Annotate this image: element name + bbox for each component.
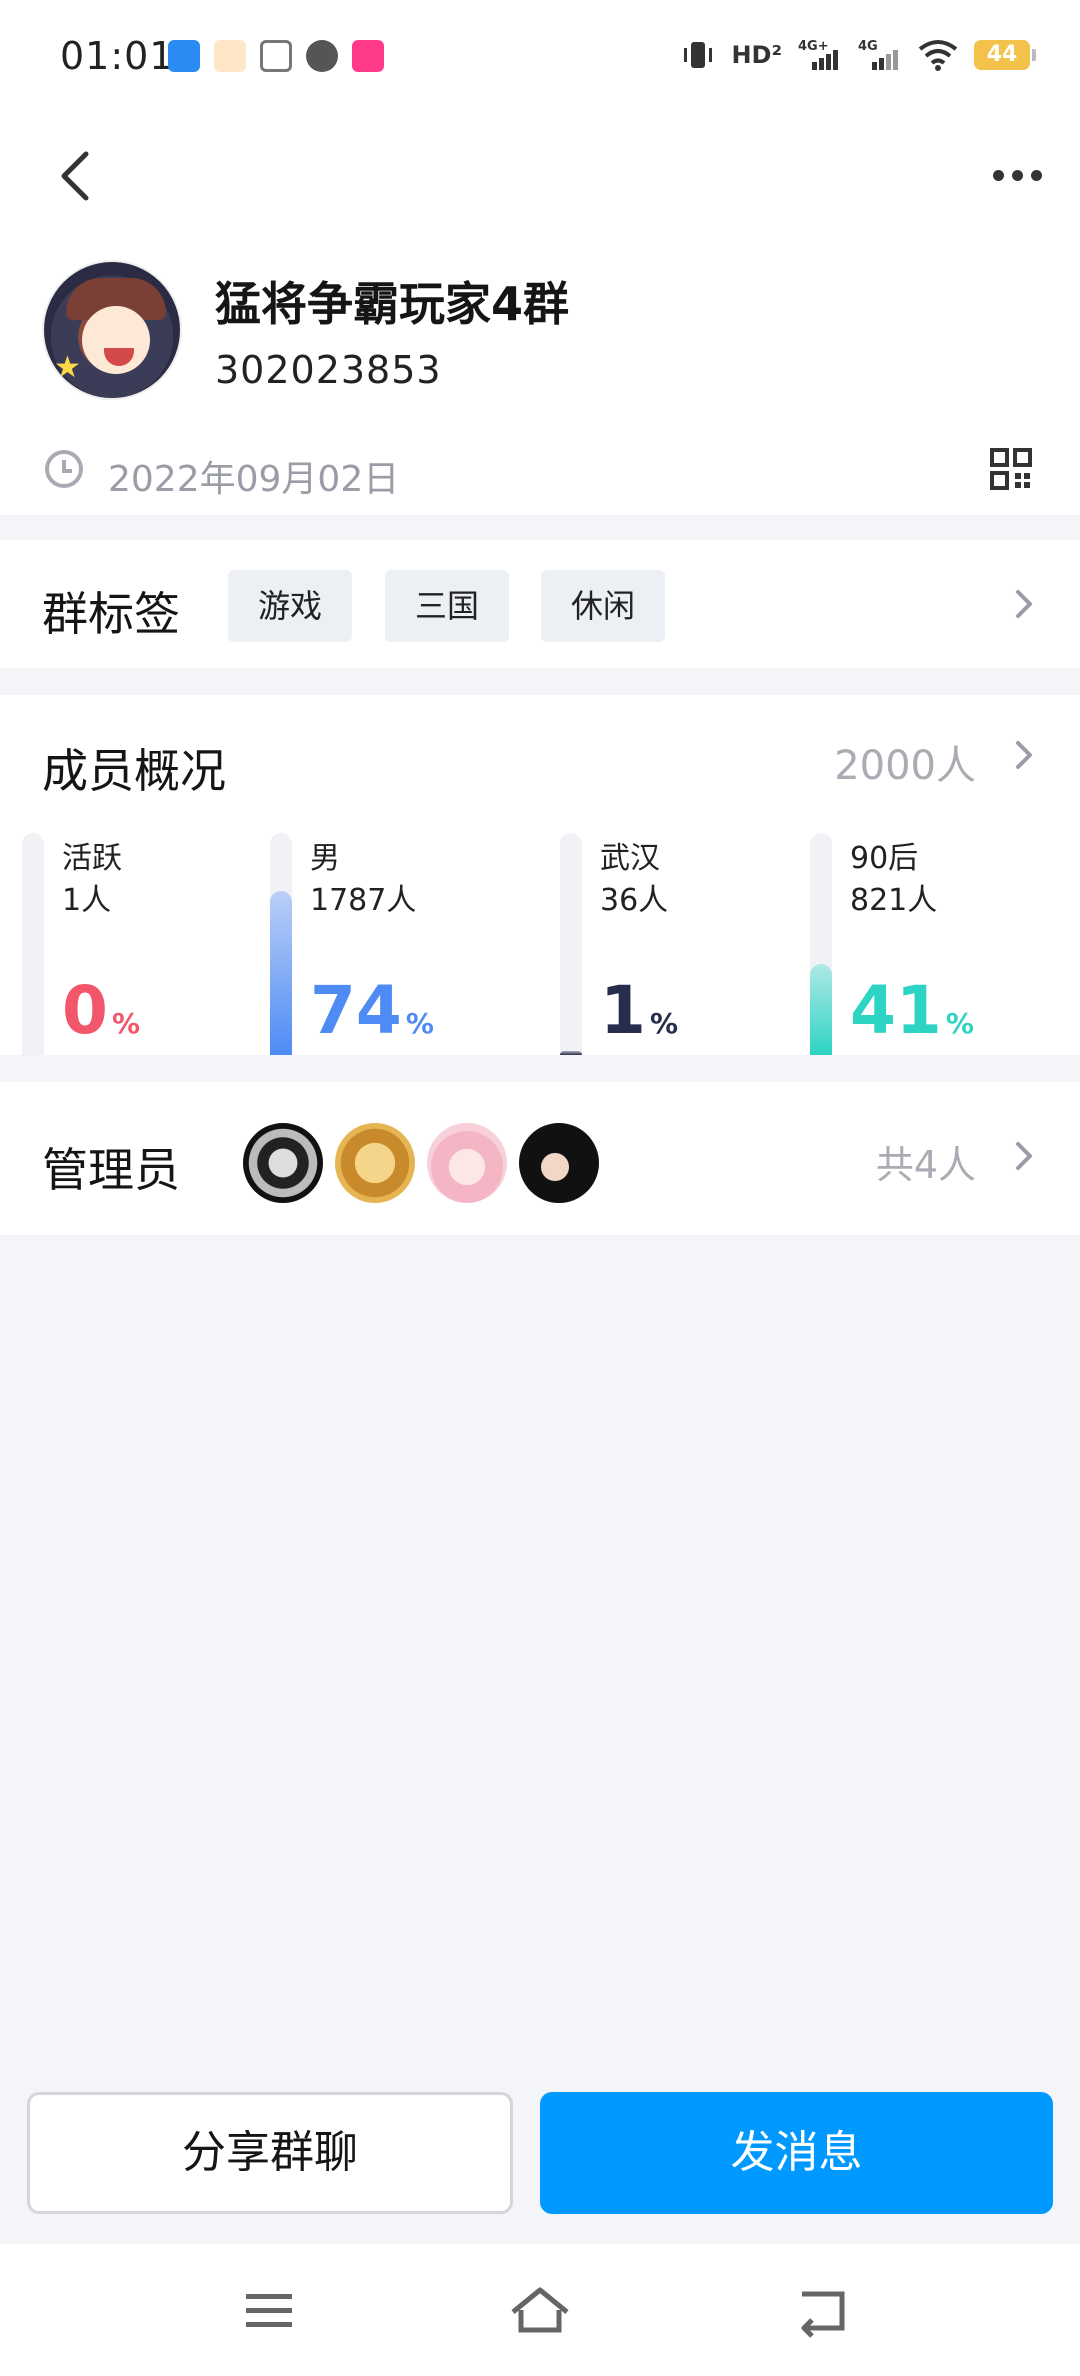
hd-icon: HD² bbox=[731, 41, 782, 69]
stat-percent: 0% bbox=[62, 972, 140, 1049]
back-nav-icon[interactable] bbox=[788, 2280, 858, 2340]
tag-chip[interactable]: 休闲 bbox=[541, 570, 665, 642]
stat-bar-track bbox=[810, 833, 832, 1055]
tag-chip[interactable]: 游戏 bbox=[228, 570, 352, 642]
stat-male: 男 1787人 74% bbox=[270, 833, 510, 1055]
stat-bar-track bbox=[22, 833, 44, 1055]
stat-bar-fill bbox=[270, 891, 292, 1055]
admins-title: 管理员 bbox=[42, 1143, 180, 1197]
group-avatar[interactable]: ★ bbox=[42, 260, 182, 400]
svg-text:4G+: 4G+ bbox=[798, 39, 829, 54]
wifi-icon bbox=[918, 40, 958, 71]
group-name: 猛将争霸玩家4群 bbox=[215, 277, 570, 331]
more-dot-icon bbox=[992, 169, 1004, 181]
pinduoduo-app-icon bbox=[214, 40, 246, 72]
stat-count: 1人 bbox=[62, 883, 112, 918]
stat-location: 武汉 36人 1% bbox=[560, 833, 800, 1055]
home-icon[interactable] bbox=[505, 2280, 575, 2340]
bottom-action-bar: 分享群聊 发消息 bbox=[0, 2058, 1080, 2244]
stat-age: 90后 821人 41% bbox=[810, 833, 1050, 1055]
stat-percent: 74% bbox=[310, 972, 434, 1049]
stat-bar-track bbox=[270, 833, 292, 1055]
chevron-right-icon[interactable] bbox=[1010, 1136, 1038, 1176]
status-bar: 01:01 HD² 4G+ 4G 44 bbox=[0, 0, 1080, 110]
gallery-app-icon bbox=[168, 40, 200, 72]
4g-signal-icon: 4G bbox=[858, 39, 898, 70]
meitu-app-icon bbox=[352, 40, 384, 72]
stat-count: 36人 bbox=[600, 883, 669, 918]
member-overview-section[interactable]: 成员概况 2000人 活跃 1人 0% 男 1787人 74% 武汉 36人 1… bbox=[0, 695, 1080, 1055]
tag-chip[interactable]: 三国 bbox=[385, 570, 509, 642]
group-header: ★ 猛将争霸玩家4群 302023853 2022年09月02日 bbox=[0, 110, 1080, 515]
group-id: 302023853 bbox=[215, 348, 442, 392]
admins-count: 共4人 bbox=[875, 1143, 976, 1187]
speed-app-icon bbox=[306, 40, 338, 72]
stat-percent: 41% bbox=[850, 972, 974, 1049]
admins-section[interactable]: 管理员 共4人 bbox=[0, 1082, 1080, 1235]
stat-percent: 1% bbox=[600, 972, 678, 1049]
share-group-button[interactable]: 分享群聊 bbox=[27, 2092, 513, 2214]
clock-icon bbox=[45, 450, 83, 488]
status-time: 01:01 bbox=[60, 34, 175, 78]
stat-bar-fill bbox=[560, 1051, 582, 1055]
stat-count: 1787人 bbox=[310, 883, 417, 918]
admin-avatar[interactable] bbox=[424, 1120, 510, 1206]
send-message-button[interactable]: 发消息 bbox=[540, 2092, 1053, 2214]
stat-label: 活跃 bbox=[62, 841, 122, 876]
admin-avatar[interactable] bbox=[332, 1120, 418, 1206]
svg-text:4G: 4G bbox=[858, 39, 878, 54]
stat-active: 活跃 1人 0% bbox=[22, 833, 262, 1055]
battery-icon: 44 bbox=[974, 40, 1036, 70]
member-total-count: 2000人 bbox=[834, 743, 976, 789]
back-button[interactable] bbox=[50, 140, 110, 210]
menu-icon[interactable] bbox=[236, 2280, 306, 2340]
document-app-icon bbox=[260, 40, 292, 72]
stat-count: 821人 bbox=[850, 883, 938, 918]
group-tags-section[interactable]: 群标签 游戏 三国 休闲 bbox=[0, 540, 1080, 668]
stat-bar-fill bbox=[810, 964, 832, 1055]
admin-avatar[interactable] bbox=[516, 1120, 602, 1206]
status-indicators: HD² 4G+ 4G 44 bbox=[681, 38, 1036, 72]
group-created-date: 2022年09月02日 bbox=[108, 459, 400, 500]
back-arrow-icon bbox=[61, 151, 89, 201]
stat-label: 男 bbox=[310, 841, 340, 876]
stat-label: 90后 bbox=[850, 841, 919, 876]
system-navigation-bar bbox=[0, 2244, 1080, 2376]
more-dot-icon bbox=[1011, 169, 1023, 181]
notification-app-icons bbox=[168, 40, 384, 72]
members-title: 成员概况 bbox=[42, 744, 226, 798]
admin-avatar[interactable] bbox=[240, 1120, 326, 1206]
4g-plus-signal-icon: 4G+ bbox=[798, 39, 838, 70]
chevron-right-icon[interactable] bbox=[1010, 584, 1038, 624]
chevron-right-icon[interactable] bbox=[1010, 735, 1038, 775]
stat-label: 武汉 bbox=[600, 841, 660, 876]
avatar-star-icon: ★ bbox=[54, 350, 81, 385]
more-dot-icon bbox=[1030, 169, 1042, 181]
qr-code-icon[interactable] bbox=[990, 448, 1032, 490]
stat-bar-track bbox=[560, 833, 582, 1055]
more-options-button[interactable] bbox=[984, 150, 1050, 200]
vibrate-icon bbox=[684, 42, 713, 68]
tags-title: 群标签 bbox=[42, 587, 180, 641]
